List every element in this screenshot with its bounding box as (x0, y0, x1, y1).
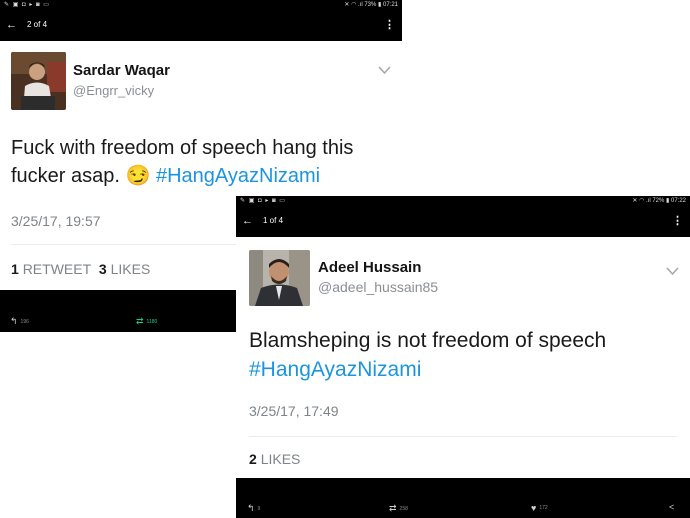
action-bar: ↰ 9 ⇄ 258 ♥ 172 < (236, 478, 690, 518)
status-indicators: ✕ ◠ .ıl 72% ▮ 07:22 (632, 198, 686, 204)
user-handle[interactable]: @Engrr_vicky (73, 83, 154, 98)
tweet-timestamp: 3/25/17, 19:57 (11, 213, 101, 229)
top-nav-bar: ← 1 of 4 ⋮ (236, 207, 690, 237)
engagement-stats: 2 LIKES (249, 451, 300, 467)
overflow-menu-icon[interactable]: ⋮ (672, 214, 683, 227)
retweet-label[interactable]: RETWEET (23, 261, 91, 277)
engagement-stats: 1 RETWEET 3 LIKES (11, 261, 150, 277)
retweet-count[interactable]: 1 (11, 261, 19, 277)
reply-icon: ↰ (247, 503, 255, 513)
divider (249, 436, 677, 437)
tweet-screenshot-2: ✎ ▣ ◘ ▸ ◙ ▭ ✕ ◠ .ıl 72% ▮ 07:22 ← 1 of 4… (236, 196, 690, 518)
back-arrow-icon[interactable]: ← (6, 19, 17, 31)
hashtag-link[interactable]: #HangAyazNizami (249, 358, 421, 381)
status-indicators: ✕ ◠ .ıl 73% ▮ 07:21 (344, 2, 398, 8)
page-counter: 2 of 4 (27, 20, 48, 29)
reply-count: 196 (20, 318, 29, 325)
back-arrow-icon[interactable]: ← (242, 215, 253, 227)
retweet-icon: ⇄ (136, 316, 144, 326)
heart-icon: ♥ (531, 503, 537, 513)
top-nav-bar: ← 2 of 4 ⋮ (0, 11, 402, 41)
display-name[interactable]: Sardar Waqar (73, 62, 170, 79)
tweet-text: Fuck with freedom of speech hang this fu… (11, 135, 386, 190)
share-button[interactable]: < (669, 502, 674, 512)
share-icon: < (669, 502, 675, 512)
hashtag-link[interactable]: #HangAyazNizami (156, 165, 320, 187)
status-bar: ✎ ▣ ◘ ▸ ◙ ▭ ✕ ◠ .ıl 73% ▮ 07:21 (0, 0, 402, 11)
retweet-action-count: 1180 (146, 318, 158, 325)
tweet-body: Blamsheping is not freedom of speech (249, 329, 607, 352)
status-bar: ✎ ▣ ◘ ▸ ◙ ▭ ✕ ◠ .ıl 72% ▮ 07:22 (236, 196, 690, 207)
retweet-icon: ⇄ (389, 503, 397, 513)
retweet-button[interactable]: ⇄ 258 (389, 503, 408, 514)
page-counter: 1 of 4 (263, 216, 284, 225)
avatar[interactable] (249, 250, 310, 306)
display-name[interactable]: Adeel Hussain (318, 259, 421, 276)
chevron-down-icon[interactable] (666, 263, 679, 281)
reply-icon: ↰ (10, 316, 18, 326)
status-icons: ✎ ▣ ◘ ▸ ◙ ▭ (240, 198, 286, 204)
reply-button[interactable]: ↰ 196 (10, 316, 29, 327)
overflow-menu-icon[interactable]: ⋮ (384, 18, 395, 31)
like-button[interactable]: ♥ 172 (531, 503, 548, 513)
avatar[interactable] (11, 52, 66, 110)
tweet-timestamp: 3/25/17, 17:49 (249, 403, 339, 419)
retweet-action-count: 258 (399, 505, 408, 512)
like-count[interactable]: 3 (99, 261, 107, 277)
like-label[interactable]: LIKES (261, 451, 301, 467)
like-label[interactable]: LIKES (111, 261, 151, 277)
retweet-button[interactable]: ⇄ 1180 (136, 316, 157, 327)
chevron-down-icon[interactable] (378, 62, 391, 80)
like-count[interactable]: 2 (249, 451, 257, 467)
reply-button[interactable]: ↰ 9 (247, 503, 260, 514)
user-handle[interactable]: @adeel_hussain85 (318, 279, 438, 295)
reply-count: 9 (257, 505, 261, 512)
status-icons: ✎ ▣ ◘ ▸ ◙ ▭ (4, 2, 50, 8)
like-action-count: 172 (539, 505, 548, 511)
tweet-text: Blamsheping is not freedom of speech #Ha… (249, 327, 669, 385)
